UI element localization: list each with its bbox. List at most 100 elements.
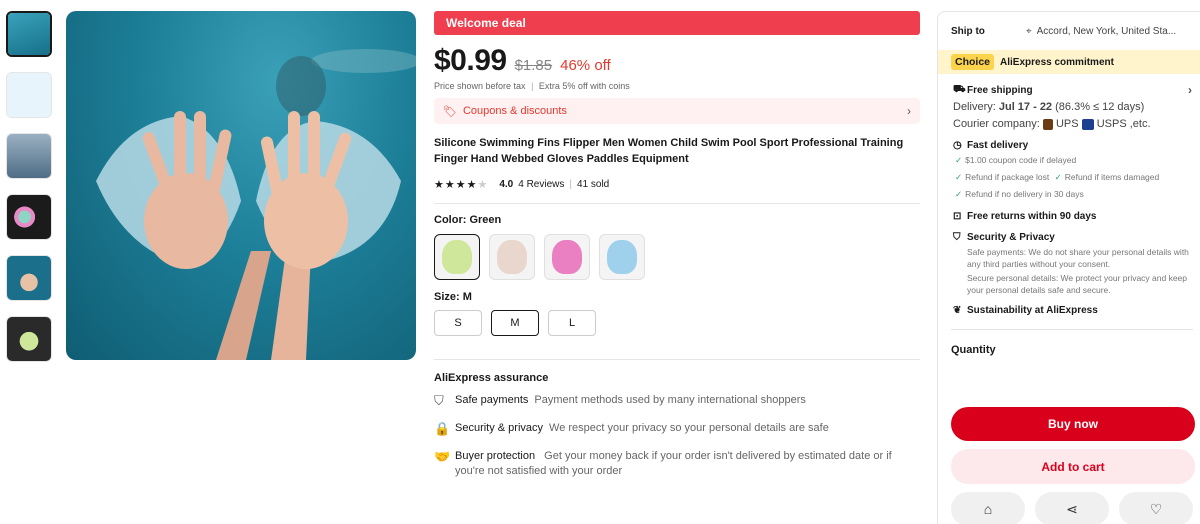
thumbnail-5[interactable] [6, 255, 52, 301]
buy-now-button[interactable]: Buy now [951, 407, 1195, 441]
free-returns-title: Free returns within 90 days [967, 211, 1097, 222]
fast-delivery-header: ◷ Fast delivery [953, 140, 1192, 151]
store-button[interactable]: ⌂ [951, 492, 1025, 524]
hand-fins-illustration [96, 49, 416, 360]
security-text-1: Safe payments: We do not share your pers… [967, 247, 1189, 269]
assurance-buyer-text: Buyer protection Get your money back if … [455, 449, 920, 479]
thumbnail-4[interactable] [6, 194, 52, 240]
welcome-deal-banner: Welcome deal [434, 11, 920, 35]
hand-fin-icon [497, 240, 527, 274]
security-section: ⛉ Security & Privacy Safe payments: We d… [938, 232, 1200, 296]
swatch-green[interactable] [434, 234, 480, 280]
discount: 46% off [560, 57, 611, 74]
usps-icon [1081, 118, 1094, 130]
free-returns-section: ⊡ Free returns within 90 days [938, 211, 1200, 222]
shipping-section[interactable]: ⛟ Free shipping › Delivery: Jul 17 - 22 … [938, 83, 1200, 130]
courier-line: Courier company: UPS USPS ,etc. [953, 118, 1192, 130]
heart-icon: ♡ [1149, 500, 1163, 517]
thumbnail-list [6, 11, 54, 377]
size-s[interactable]: S [434, 310, 482, 336]
rating-value: 4.0 [499, 179, 514, 190]
check-icon: ✓ [955, 189, 963, 199]
thumbnail-3[interactable] [6, 133, 52, 179]
chevron-right-icon: › [907, 104, 911, 118]
thumbnail-6[interactable] [6, 316, 52, 362]
sustainability-title: Sustainability at AliExpress [967, 305, 1098, 316]
ship-to-label: Ship to [951, 25, 985, 37]
fast-delivery-item: ✓ $1.00 coupon code if delayed [953, 154, 1192, 166]
price-row: $0.99 $1.85 46% off [434, 44, 920, 78]
coupons-label: Coupons & discounts [462, 105, 567, 117]
lock-icon: 🔒 [434, 421, 451, 436]
courier-ups: UPS [1055, 118, 1079, 130]
swatch-blue[interactable] [599, 234, 645, 280]
assurance-value: Payment methods used by many internation… [534, 394, 806, 406]
sustainability-section[interactable]: ❦ Sustainability at AliExpress [938, 305, 1200, 316]
shield-icon: ⛉ [953, 232, 961, 243]
size-l[interactable]: L [548, 310, 596, 336]
location-pin-icon: ⌖ [1026, 25, 1032, 37]
tax-note-row: Price shown before tax | Extra 5% off wi… [434, 81, 920, 91]
check-icon: ✓ [955, 172, 963, 182]
fast-item-text: Refund if no delivery in 30 days [965, 189, 1084, 199]
check-icon: ✓ [955, 155, 963, 165]
fast-delivery-section: ◷ Fast delivery ✓ $1.00 coupon code if de… [938, 140, 1200, 200]
assurance-key: Safe payments [455, 394, 529, 406]
fast-item-text: Refund if package lost [965, 172, 1050, 182]
fast-delivery-item: ✓ Refund if package lost ✓ Refund if items… [953, 171, 1192, 183]
assurance-value: We respect your privacy so your personal… [549, 422, 829, 434]
leaf-icon: ❦ [953, 305, 962, 316]
tag-icon: 🏷 [443, 105, 457, 118]
assurance-key: Security & privacy [455, 422, 544, 434]
fast-item-text: $1.00 coupon code if delayed [965, 155, 1077, 165]
rating-row: ★★★★★ 4.0 4 Reviews | 41 sold [434, 178, 920, 191]
rating-separator: | [569, 179, 572, 190]
assurance-safe-payments: ⛉ Safe payments Payment methods used by … [434, 393, 920, 408]
hand-fin-icon [607, 240, 637, 274]
swatch-pink[interactable] [544, 234, 590, 280]
thumbnail-1[interactable] [6, 11, 52, 57]
ups-icon [1042, 118, 1053, 130]
chevron-right-icon: › [1188, 83, 1192, 97]
ship-to-row[interactable]: Ship to ⌖ Accord, New York, United Sta..… [938, 12, 1200, 50]
star-rating-icon: ★★★★★ [434, 179, 489, 191]
share-button[interactable]: ⋖ [1035, 492, 1109, 524]
current-price: $0.99 [434, 44, 507, 77]
delivery-stat: (86.3% ≤ 12 days) [1055, 101, 1145, 113]
choice-badge: Choice [951, 54, 995, 70]
assurance-buyer-protection: 🤝 Buyer protection Get your money back i… [434, 449, 920, 479]
divider [434, 359, 920, 360]
assurance-title: AliExpress assurance [434, 372, 549, 384]
truck-icon: ⛟ [953, 83, 966, 95]
hand-fin-icon [442, 240, 472, 274]
delivery-dates: Jul 17 - 22 [998, 101, 1053, 113]
free-shipping-title: Free shipping [967, 84, 1033, 96]
purchase-panel: Ship to ⌖ Accord, New York, United Sta..… [937, 11, 1200, 524]
fast-delivery-item: ✓ Refund if no delivery in 30 days [953, 188, 1192, 200]
coupons-row[interactable]: 🏷 Coupons & discounts › [434, 98, 920, 124]
fast-delivery-title: Fast delivery [967, 140, 1029, 151]
security-title: Security & Privacy [967, 232, 1055, 243]
free-returns-header: ⊡ Free returns within 90 days [953, 211, 1192, 222]
reviews-link[interactable]: 4 Reviews [518, 179, 564, 190]
fast-item-text: Refund if items damaged [1064, 172, 1160, 182]
handshake-icon: 🤝 [434, 449, 451, 464]
wishlist-button[interactable]: ♡ [1119, 492, 1193, 524]
size-m[interactable]: M [491, 310, 539, 336]
swatch-white[interactable] [489, 234, 535, 280]
original-price: $1.85 [514, 57, 553, 74]
return-box-icon: ⊡ [953, 211, 962, 222]
color-swatches [434, 234, 920, 280]
assurance-security-privacy: 🔒 Security & privacy We respect your pri… [434, 421, 920, 436]
size-label: Size: M [434, 291, 472, 303]
main-product-image[interactable] [66, 11, 416, 360]
hand-fin-icon [552, 240, 582, 274]
product-title: Silicone Swimming Fins Flipper Men Women… [434, 137, 904, 165]
coins-note: Extra 5% off with coins [538, 81, 630, 91]
tax-note: Price shown before tax [434, 81, 526, 91]
add-to-cart-button[interactable]: Add to cart [951, 449, 1195, 484]
assurance-key: Buyer protection [455, 450, 536, 462]
sustainability-header: ❦ Sustainability at AliExpress [953, 305, 1192, 316]
product-details: Welcome deal $0.99 $1.85 46% off Price s… [434, 11, 920, 479]
thumbnail-2[interactable] [6, 72, 52, 118]
